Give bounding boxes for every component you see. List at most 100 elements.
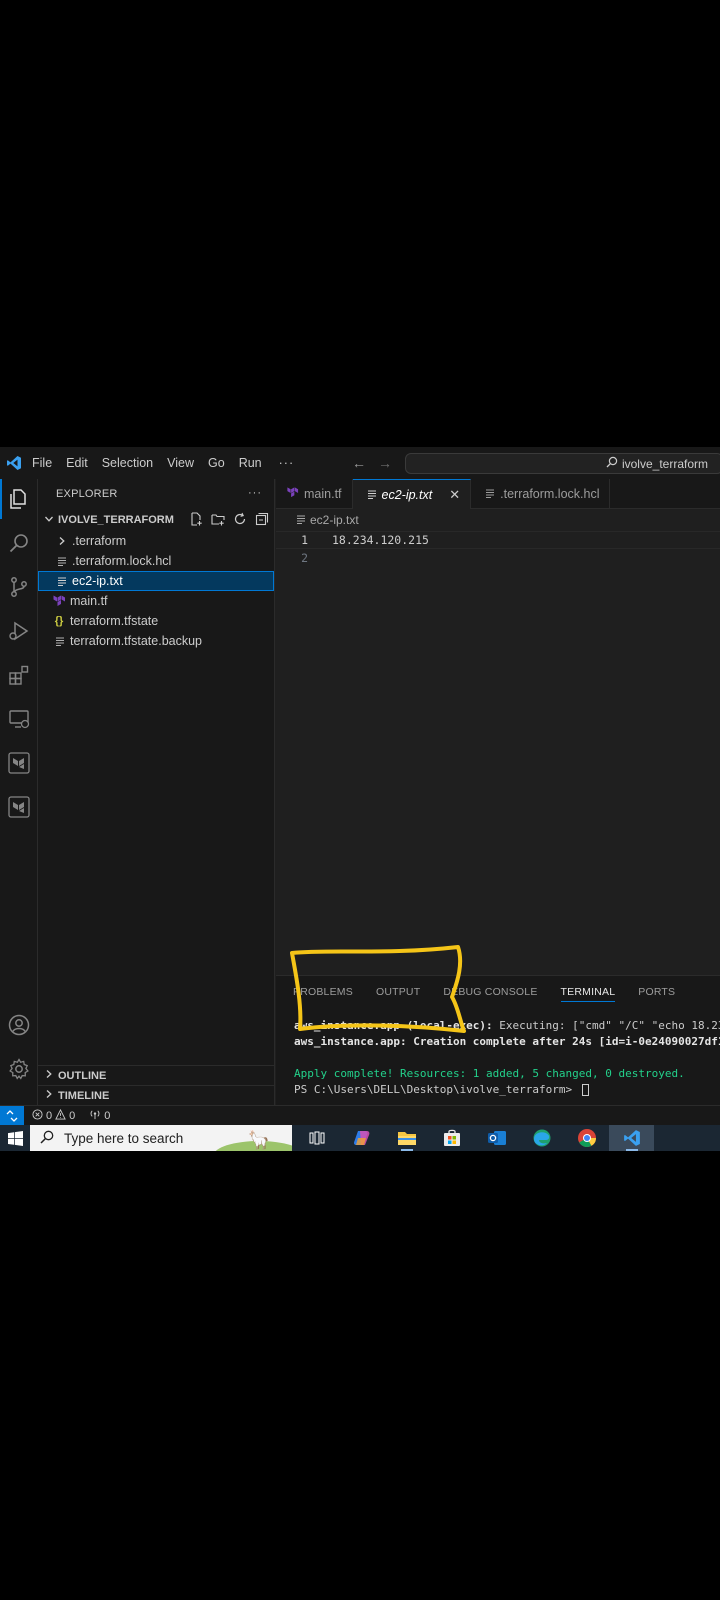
- ports-status[interactable]: 0: [89, 1109, 110, 1123]
- windows-taskbar: Type here to search 🦙: [0, 1125, 720, 1151]
- status-bar: 0 0 0: [0, 1105, 720, 1126]
- terraform-cloud-icon[interactable]: [4, 792, 34, 822]
- remote-indicator-icon[interactable]: [0, 1105, 24, 1126]
- file-explorer-icon[interactable]: [384, 1125, 429, 1151]
- terraform-icon: [50, 594, 68, 608]
- tab-lock-hcl[interactable]: .terraform.lock.hcl: [471, 479, 611, 509]
- new-folder-icon[interactable]: [210, 511, 226, 527]
- explorer-more-button[interactable]: ···: [248, 487, 262, 499]
- line-number: 2: [301, 551, 308, 565]
- file-lines-icon: [52, 636, 68, 646]
- tree-item-label: terraform.tfstate: [70, 614, 159, 628]
- tree-item-lock-hcl[interactable]: .terraform.lock.hcl: [38, 551, 274, 571]
- menu-edit[interactable]: Edit: [59, 447, 95, 479]
- edge-browser-icon[interactable]: [519, 1125, 564, 1151]
- remote-explorer-icon[interactable]: [4, 704, 34, 734]
- forward-arrow-icon[interactable]: →: [378, 455, 392, 471]
- outlook-icon[interactable]: [474, 1125, 519, 1151]
- chevron-down-icon: [42, 514, 56, 527]
- search-icon[interactable]: [4, 528, 34, 558]
- line-number: 1: [301, 533, 308, 547]
- command-center-text: ivolve_terraform: [621, 456, 708, 471]
- back-arrow-icon[interactable]: ←: [352, 455, 366, 471]
- activity-bar: [0, 479, 38, 1105]
- tree-item-tfstate-backup[interactable]: terraform.tfstate.backup: [38, 631, 274, 651]
- menu-more-button[interactable]: ···: [269, 456, 305, 470]
- menu-go[interactable]: Go: [201, 447, 232, 479]
- json-braces-icon: {}: [54, 615, 64, 627]
- tree-item-label: ec2-ip.txt: [72, 574, 123, 588]
- vscode-taskbar-icon[interactable]: [609, 1125, 654, 1151]
- text-editor[interactable]: 1 18.234.120.215 2: [276, 531, 720, 961]
- file-lines-icon: [296, 513, 306, 527]
- vscode-logo-icon: [0, 447, 28, 479]
- windows-start-icon[interactable]: [0, 1125, 30, 1151]
- editor-tabs: main.tf ec2-ip.txt ✕ .terraform.lock.hcl: [276, 479, 720, 509]
- error-count: 0: [46, 1109, 53, 1122]
- workspace-folder-label: IVOLVE_TERRAFORM: [58, 514, 174, 526]
- line-text: 18.234.120.215: [332, 533, 429, 547]
- taskbar-search-placeholder: Type here to search: [64, 1130, 184, 1146]
- outline-section[interactable]: OUTLINE: [38, 1065, 275, 1085]
- account-icon[interactable]: [4, 1010, 34, 1040]
- title-bar: File Edit Selection View Go Run ··· ← → …: [0, 447, 720, 479]
- tab-label: .terraform.lock.hcl: [500, 487, 600, 501]
- explorer-icon[interactable]: [4, 484, 34, 514]
- chevron-right-icon: [42, 1069, 56, 1082]
- tab-main-tf[interactable]: main.tf: [276, 479, 353, 509]
- terminal-prompt-line: PS C:\Users\DELL\Desktop\ivolve_terrafor…: [294, 1082, 720, 1098]
- command-center-search[interactable]: ivolve_terraform: [405, 453, 720, 474]
- source-control-icon[interactable]: [4, 572, 34, 602]
- extensions-icon[interactable]: [4, 660, 34, 690]
- run-debug-icon[interactable]: [4, 616, 34, 646]
- menu-view[interactable]: View: [160, 447, 201, 479]
- tree-item-label: main.tf: [70, 594, 108, 608]
- panel-tab-ports[interactable]: PORTS: [638, 976, 675, 1008]
- tree-item-main-tf[interactable]: main.tf: [38, 591, 274, 611]
- terminal-prompt: PS C:\Users\DELL\Desktop\ivolve_terrafor…: [294, 1083, 579, 1096]
- search-icon: [40, 1130, 54, 1147]
- tree-item-ec2-ip[interactable]: ec2-ip.txt: [38, 571, 274, 591]
- panel-tab-terminal[interactable]: TERMINAL: [560, 982, 616, 1002]
- timeline-section[interactable]: TIMELINE: [38, 1085, 275, 1105]
- microsoft-store-icon[interactable]: [429, 1125, 474, 1151]
- close-icon[interactable]: ✕: [449, 487, 460, 503]
- explorer-sidebar: EXPLORER ··· IVOLVE_TERRAFORM .terraform: [38, 479, 275, 1105]
- screenshot-area: File Edit Selection View Go Run ··· ← → …: [0, 447, 720, 1151]
- terraform-icon: [286, 486, 299, 502]
- explorer-header: EXPLORER ···: [38, 479, 274, 509]
- tree-item-label: .terraform.lock.hcl: [72, 554, 172, 568]
- tab-ec2-ip[interactable]: ec2-ip.txt ✕: [352, 479, 472, 509]
- alpaca-icon: 🦙: [247, 1130, 270, 1150]
- highlight-annotation: [290, 945, 466, 1033]
- task-view-icon[interactable]: [294, 1125, 339, 1151]
- tab-label: main.tf: [304, 487, 342, 501]
- menu-run[interactable]: Run: [232, 447, 269, 479]
- refresh-icon[interactable]: [232, 511, 248, 527]
- settings-gear-icon[interactable]: [4, 1054, 34, 1084]
- folder-actions: [188, 511, 270, 527]
- menu-selection[interactable]: Selection: [95, 447, 160, 479]
- chevron-right-icon: [54, 536, 70, 546]
- terminal-line: Apply complete! Resources: 1 added, 5 ch…: [294, 1067, 685, 1080]
- chrome-icon[interactable]: [564, 1125, 609, 1151]
- file-lines-icon: [54, 556, 70, 566]
- terraform-panel-icon[interactable]: [4, 748, 34, 778]
- tree-item-tfstate[interactable]: {} terraform.tfstate: [38, 611, 274, 631]
- tree-item-label: .terraform: [72, 534, 127, 548]
- tree-item-label: terraform.tfstate.backup: [70, 634, 203, 648]
- warning-count: 0: [69, 1109, 76, 1122]
- copilot-icon[interactable]: [339, 1125, 384, 1151]
- workspace-folder[interactable]: IVOLVE_TERRAFORM: [38, 509, 274, 531]
- tree-item-terraform-folder[interactable]: .terraform: [38, 531, 274, 551]
- explorer-title: EXPLORER: [56, 488, 118, 500]
- breadcrumb[interactable]: ec2-ip.txt: [276, 509, 720, 531]
- new-file-icon[interactable]: [188, 511, 204, 527]
- outline-label: OUTLINE: [58, 1069, 107, 1082]
- problems-status[interactable]: 0 0: [32, 1108, 76, 1123]
- ports-count: 0: [104, 1109, 111, 1122]
- menu-file[interactable]: File: [28, 447, 59, 479]
- taskbar-search-box[interactable]: Type here to search 🦙: [30, 1125, 292, 1151]
- collapse-all-icon[interactable]: [254, 511, 270, 527]
